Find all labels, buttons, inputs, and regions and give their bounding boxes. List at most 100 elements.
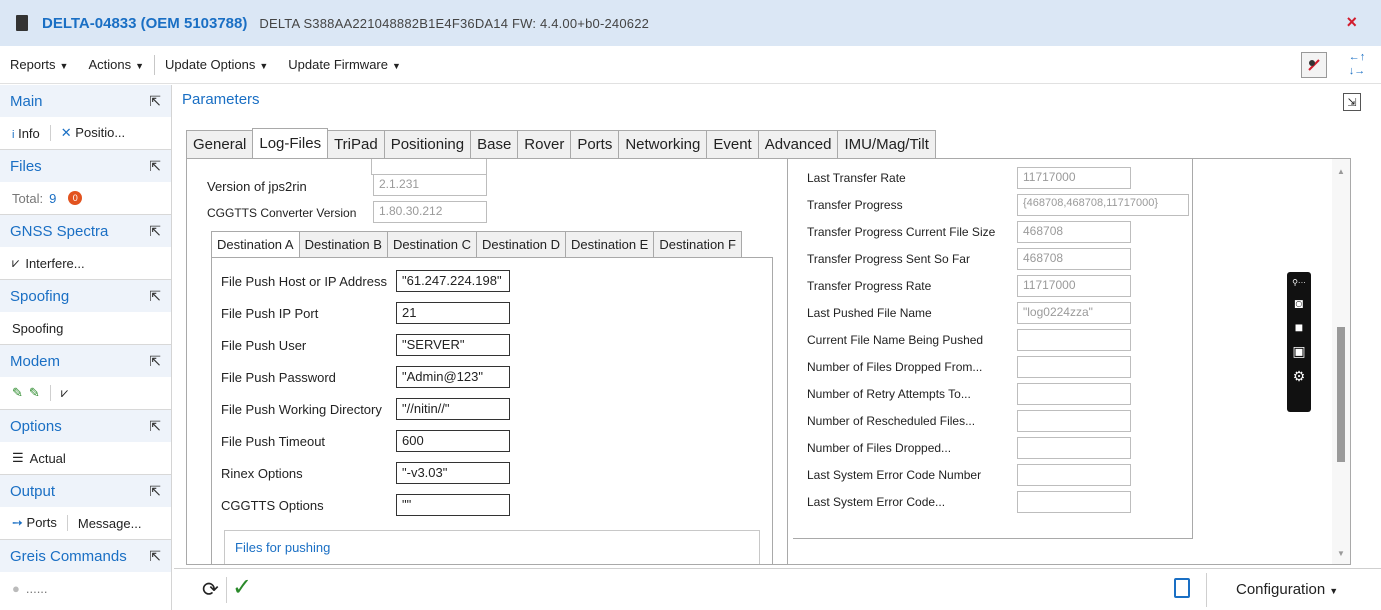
status-label: Last Pushed File Name: [807, 306, 932, 320]
sidebar-header-gnss[interactable]: GNSS Spectra ⇱: [0, 215, 171, 247]
file-push-port-input[interactable]: 21: [396, 302, 510, 324]
tab-general[interactable]: General: [186, 130, 254, 158]
sidebar-header-label: Greis Commands: [10, 547, 127, 565]
gear-icon[interactable]: ⚙: [1293, 368, 1306, 385]
sidebar-item-label: Actual: [29, 450, 66, 466]
tab-base[interactable]: Base: [470, 130, 519, 158]
sidebar-item-info[interactable]: i Info: [12, 126, 40, 141]
reports-menu[interactable]: Reports ▼: [0, 57, 78, 72]
scroll-down-icon[interactable]: ▼: [1337, 549, 1345, 558]
title-bar: DELTA-04833 (OEM 5103788) DELTA S388AA22…: [0, 0, 1381, 46]
file-push-directory-input[interactable]: "//nitin//": [396, 398, 510, 420]
tab-event[interactable]: Event: [706, 130, 759, 158]
window-icon[interactable]: ▣: [1292, 343, 1305, 360]
status-dot-icon: ●: [12, 580, 20, 596]
device-icon[interactable]: [1174, 578, 1190, 598]
separator: [66, 515, 68, 531]
cggtts-options-input[interactable]: "": [396, 494, 510, 516]
field-label: File Push Timeout: [221, 434, 326, 449]
toolbar: Reports ▼ Actions ▼ Update Options ▼ Update…: [0, 46, 1381, 84]
app-icon: [16, 15, 28, 31]
jps2rin-value: 2.1.231: [373, 174, 487, 196]
update-firmware-menu[interactable]: Update Firmware ▼: [278, 57, 411, 72]
status-label: Transfer Progress Sent So Far: [807, 252, 970, 266]
popout-icon[interactable]: ⇱: [149, 93, 161, 110]
tab-advanced[interactable]: Advanced: [757, 130, 839, 158]
tab-tripad[interactable]: TriPad: [327, 130, 385, 158]
sidebar-header-greis[interactable]: Greis Commands ⇱: [0, 540, 171, 572]
status-value: [1017, 464, 1131, 486]
scrollbar-thumb[interactable]: [1337, 327, 1345, 462]
sidebar-item-files-total[interactable]: Total: 9 0: [0, 182, 171, 214]
wrench-icon[interactable]: ✎: [29, 385, 40, 401]
sidebar-header-main[interactable]: Main ⇱: [0, 85, 171, 117]
tab-ports[interactable]: Ports: [570, 130, 620, 158]
popout-icon[interactable]: ⇱: [149, 158, 161, 175]
popout-icon[interactable]: ⇱: [149, 548, 161, 565]
tab-positioning[interactable]: Positioning: [383, 130, 472, 158]
sidebar-section-spoofing: Spoofing ⇱ Spoofing: [0, 280, 171, 345]
chevron-down-icon: ▼: [1329, 586, 1339, 596]
field-label: Rinex Options: [221, 466, 303, 481]
file-push-timeout-input[interactable]: 600: [396, 430, 510, 452]
camera-icon[interactable]: ◙: [1295, 295, 1303, 311]
vertical-scrollbar[interactable]: ▲ ▼: [1332, 159, 1350, 564]
popout-icon[interactable]: ⇱: [149, 418, 161, 435]
sidebar-section-options: Options ⇱ ☰ Actual: [0, 410, 171, 475]
close-icon[interactable]: ×: [1346, 12, 1357, 33]
popout-icon[interactable]: ⇱: [149, 483, 161, 500]
sidebar-section-main: Main ⇱ i Info ✕ Positio...: [0, 85, 171, 150]
sidebar-header-options[interactable]: Options ⇱: [0, 410, 171, 442]
sidebar-row-output: ➙ Ports Message...: [0, 507, 171, 539]
sidebar-section-output: Output ⇱ ➙ Ports Message...: [0, 475, 171, 540]
sidebar-item-greis[interactable]: ● ......: [0, 572, 171, 604]
collapse-icon[interactable]: ⇲: [1343, 93, 1361, 111]
separator: [1206, 573, 1207, 607]
link-icon[interactable]: ✎: [12, 385, 23, 401]
tab-imu-mag-tilt[interactable]: IMU/Mag/Tilt: [837, 130, 936, 158]
configuration-button[interactable]: Configuration ▼: [1236, 581, 1338, 598]
tab-destination-f[interactable]: Destination F: [653, 231, 742, 257]
checkmark-icon[interactable]: ✓: [232, 573, 252, 602]
status-label: Transfer Progress Current File Size: [807, 225, 996, 239]
sidebar-header-output[interactable]: Output ⇱: [0, 475, 171, 507]
sidebar-item-position[interactable]: ✕ Positio...: [61, 125, 125, 141]
refresh-icon[interactable]: ⟳: [202, 577, 219, 602]
scroll-up-icon[interactable]: ▲: [1337, 167, 1345, 176]
rinex-options-input[interactable]: "-v3.03": [396, 462, 510, 484]
file-push-password-input[interactable]: "Admin@123": [396, 366, 510, 388]
tab-destination-b[interactable]: Destination B: [298, 231, 388, 257]
file-push-user-input[interactable]: "SERVER": [396, 334, 510, 356]
swap-arrows-icon[interactable]: ←↑ ↓→: [1343, 50, 1371, 80]
chart-icon[interactable]: ⩗: [61, 385, 68, 401]
file-push-host-input[interactable]: "61.247.224.198": [396, 270, 510, 292]
popout-icon[interactable]: ⇱: [149, 288, 161, 305]
sidebar-item-label: ......: [25, 580, 48, 596]
sidebar-item-interference[interactable]: ⩗ Interfere...: [0, 247, 171, 279]
tab-destination-e[interactable]: Destination E: [565, 231, 655, 257]
sidebar-header-modem[interactable]: Modem ⇱: [0, 345, 171, 377]
sidebar-header-label: Options: [10, 417, 62, 435]
status-label: Last System Error Code Number: [807, 468, 982, 482]
sidebar-item-spoofing[interactable]: Spoofing: [0, 312, 171, 344]
tab-networking[interactable]: Networking: [618, 130, 708, 158]
actions-menu[interactable]: Actions ▼: [78, 57, 154, 72]
sidebar-header-spoofing[interactable]: Spoofing ⇱: [0, 280, 171, 312]
sidebar-item-ports[interactable]: ➙ Ports: [12, 515, 57, 531]
video-icon[interactable]: ■: [1295, 319, 1303, 335]
tab-destination-d[interactable]: Destination D: [475, 231, 567, 257]
sidebar-header-files[interactable]: Files ⇱: [0, 150, 171, 182]
more-icon[interactable]: ⚲···: [1292, 278, 1306, 287]
tab-destination-c[interactable]: Destination C: [386, 231, 477, 257]
tab-rover[interactable]: Rover: [517, 130, 572, 158]
sidebar-item-messages[interactable]: Message...: [78, 516, 142, 531]
update-options-menu[interactable]: Update Options ▼: [155, 57, 278, 72]
destination-tabs: Destination A Destination B Destination …: [211, 231, 742, 257]
tab-log-files[interactable]: Log-Files: [252, 128, 329, 158]
popout-icon[interactable]: ⇱: [149, 353, 161, 370]
field-label: File Push Host or IP Address: [221, 274, 387, 289]
tab-destination-a[interactable]: Destination A: [211, 231, 300, 257]
popout-icon[interactable]: ⇱: [149, 223, 161, 240]
sidebar-item-actual[interactable]: ☰ Actual: [0, 442, 171, 474]
unpin-icon[interactable]: [1301, 52, 1327, 78]
